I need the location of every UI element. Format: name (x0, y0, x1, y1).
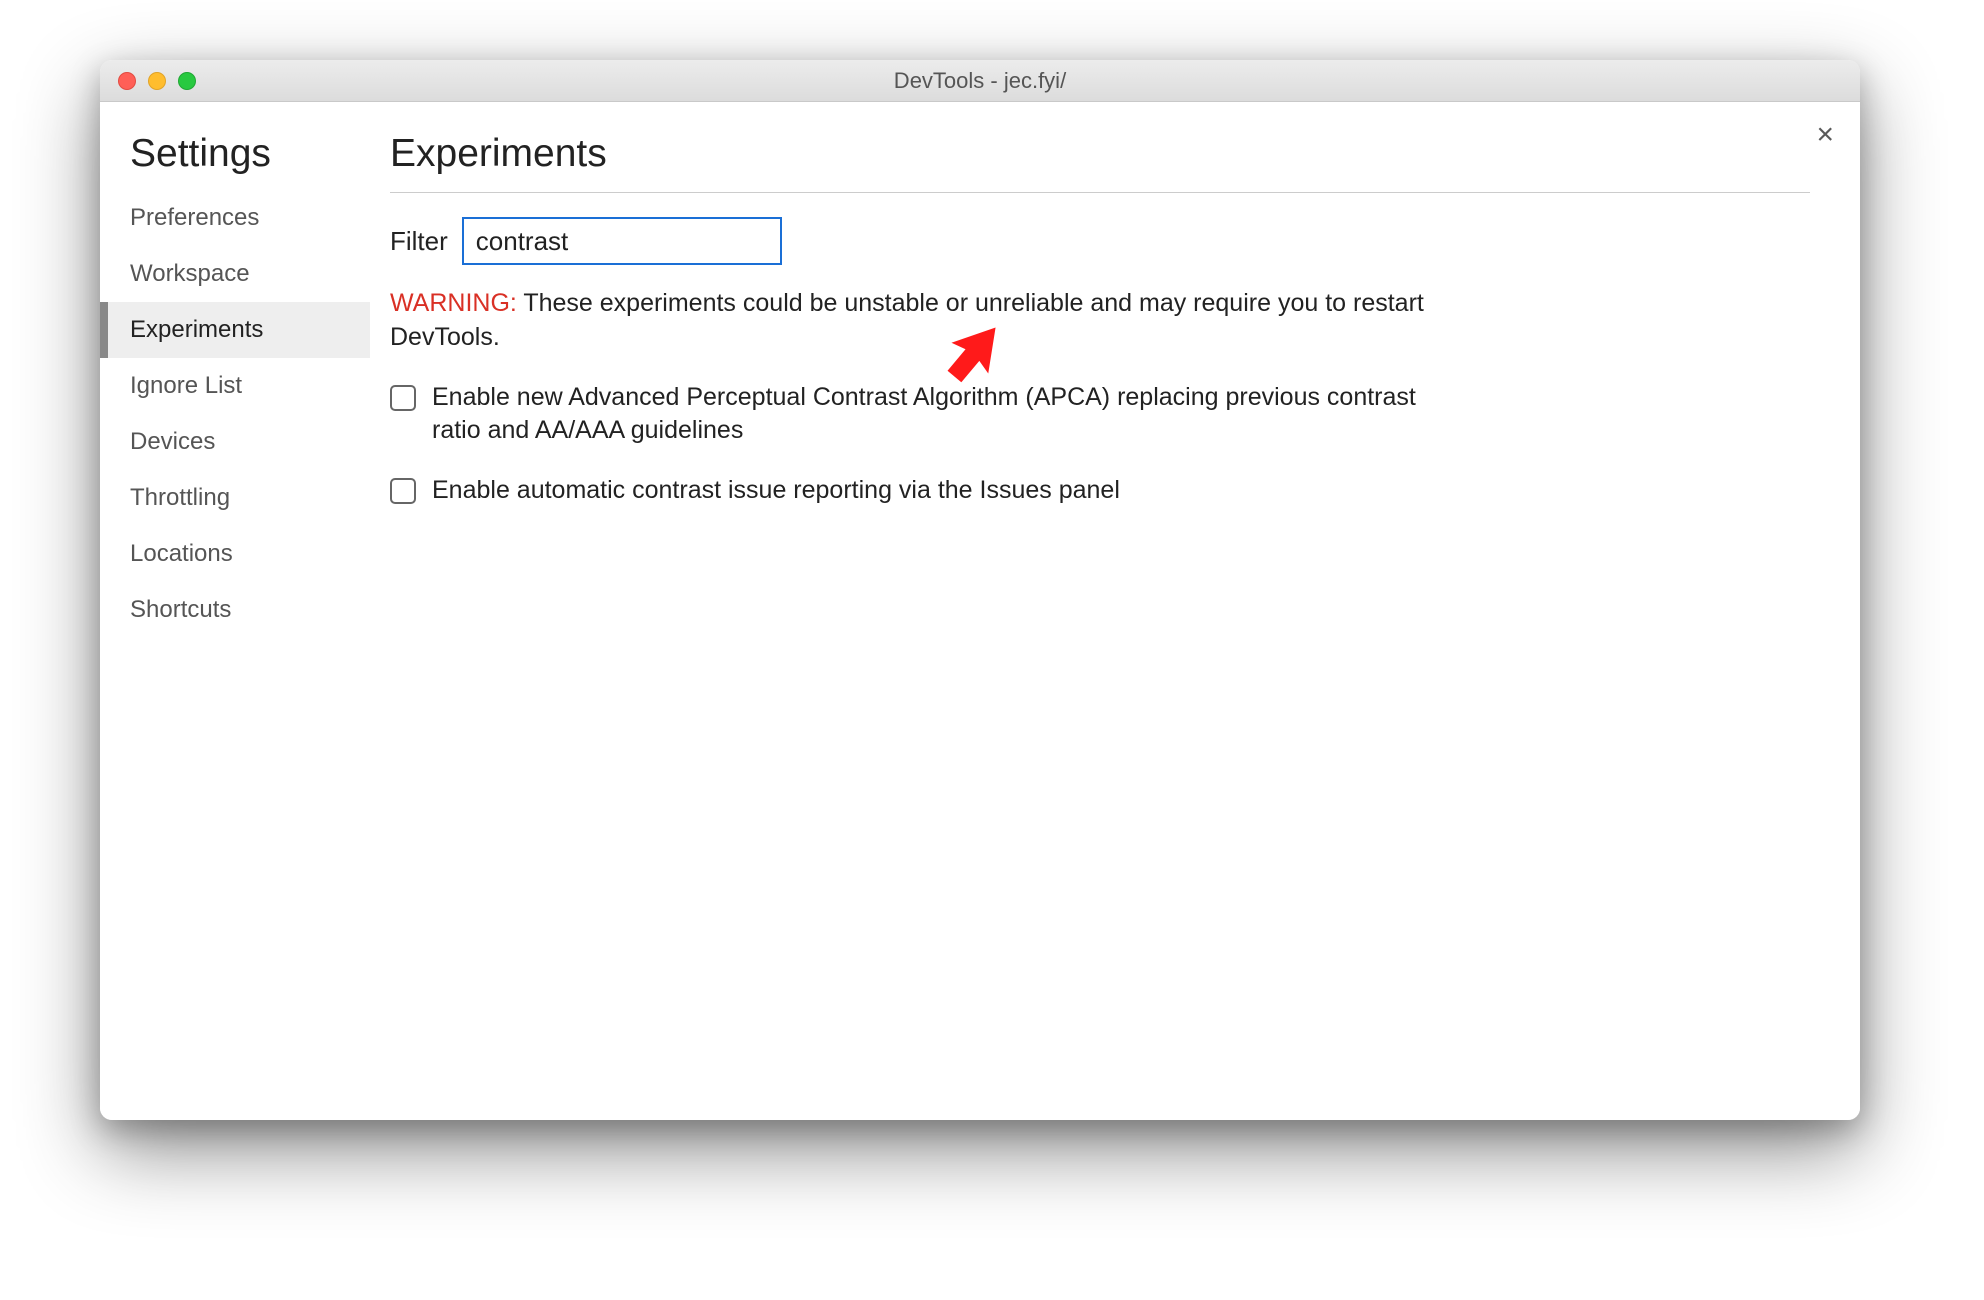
devtools-window: DevTools - jec.fyi/ × Settings Preferenc… (100, 60, 1860, 1120)
filter-row: Filter (390, 217, 1810, 265)
sidebar-item-locations[interactable]: Locations (100, 526, 370, 582)
sidebar-item-experiments[interactable]: Experiments (100, 302, 370, 358)
settings-main: Experiments Filter WARNING: These experi… (370, 102, 1860, 1120)
minimize-window-button[interactable] (148, 72, 166, 90)
sidebar-item-devices[interactable]: Devices (100, 414, 370, 470)
close-icon[interactable]: × (1816, 120, 1834, 150)
filter-label: Filter (390, 226, 448, 257)
sidebar-item-workspace[interactable]: Workspace (100, 246, 370, 302)
window-titlebar: DevTools - jec.fyi/ (100, 60, 1860, 102)
divider (390, 192, 1810, 193)
experiment-label: Enable automatic contrast issue reportin… (432, 474, 1120, 508)
warning-text: WARNING: These experiments could be unst… (390, 287, 1470, 355)
maximize-window-button[interactable] (178, 72, 196, 90)
sidebar-title: Settings (100, 132, 370, 190)
settings-sidebar: Settings Preferences Workspace Experimen… (100, 102, 370, 1120)
sidebar-item-throttling[interactable]: Throttling (100, 470, 370, 526)
close-window-button[interactable] (118, 72, 136, 90)
window-title: DevTools - jec.fyi/ (894, 68, 1066, 94)
sidebar-item-preferences[interactable]: Preferences (100, 190, 370, 246)
experiment-label: Enable new Advanced Perceptual Contrast … (432, 381, 1470, 449)
warning-prefix: WARNING: (390, 289, 517, 317)
experiment-checkbox-apca[interactable] (390, 385, 416, 411)
settings-panel: × Settings Preferences Workspace Experim… (100, 102, 1860, 1120)
sidebar-item-shortcuts[interactable]: Shortcuts (100, 582, 370, 638)
experiment-checkbox-contrast-issues[interactable] (390, 478, 416, 504)
experiment-row-contrast-issues: Enable automatic contrast issue reportin… (390, 474, 1470, 508)
filter-input[interactable] (462, 217, 782, 265)
sidebar-item-ignore-list[interactable]: Ignore List (100, 358, 370, 414)
page-title: Experiments (390, 132, 1810, 192)
traffic-lights (100, 72, 196, 90)
experiment-row-apca: Enable new Advanced Perceptual Contrast … (390, 381, 1470, 449)
warning-body: These experiments could be unstable or u… (390, 289, 1424, 351)
